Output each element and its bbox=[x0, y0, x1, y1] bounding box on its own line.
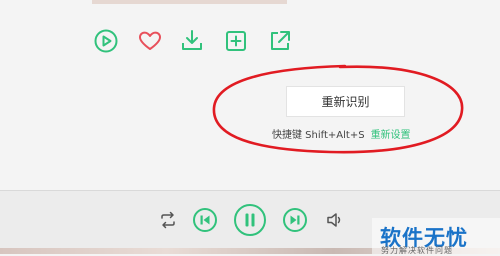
shortcut-label: 快捷键 Shift+Alt+S bbox=[272, 130, 365, 141]
re-recognize-label: 重新识别 bbox=[321, 95, 370, 109]
download-icon[interactable] bbox=[178, 27, 206, 55]
heart-icon[interactable] bbox=[136, 27, 164, 55]
previous-icon[interactable] bbox=[192, 207, 218, 233]
play-circle-icon[interactable] bbox=[92, 27, 120, 55]
re-recognize-button[interactable]: 重新识别 bbox=[286, 86, 405, 117]
reset-shortcut-link[interactable]: 重新设置 bbox=[371, 130, 411, 141]
add-square-icon[interactable] bbox=[222, 27, 250, 55]
pause-icon[interactable] bbox=[233, 203, 267, 237]
shortcut-hint: 快捷键 Shift+Alt+S 重新设置 bbox=[272, 126, 411, 141]
song-thumbnail bbox=[92, 0, 287, 4]
volume-icon[interactable] bbox=[324, 209, 346, 231]
next-icon[interactable] bbox=[282, 207, 308, 233]
share-icon[interactable] bbox=[266, 27, 294, 55]
repeat-icon[interactable] bbox=[156, 208, 180, 232]
watermark-subtitle: 努力解决软件问题 bbox=[381, 246, 453, 255]
